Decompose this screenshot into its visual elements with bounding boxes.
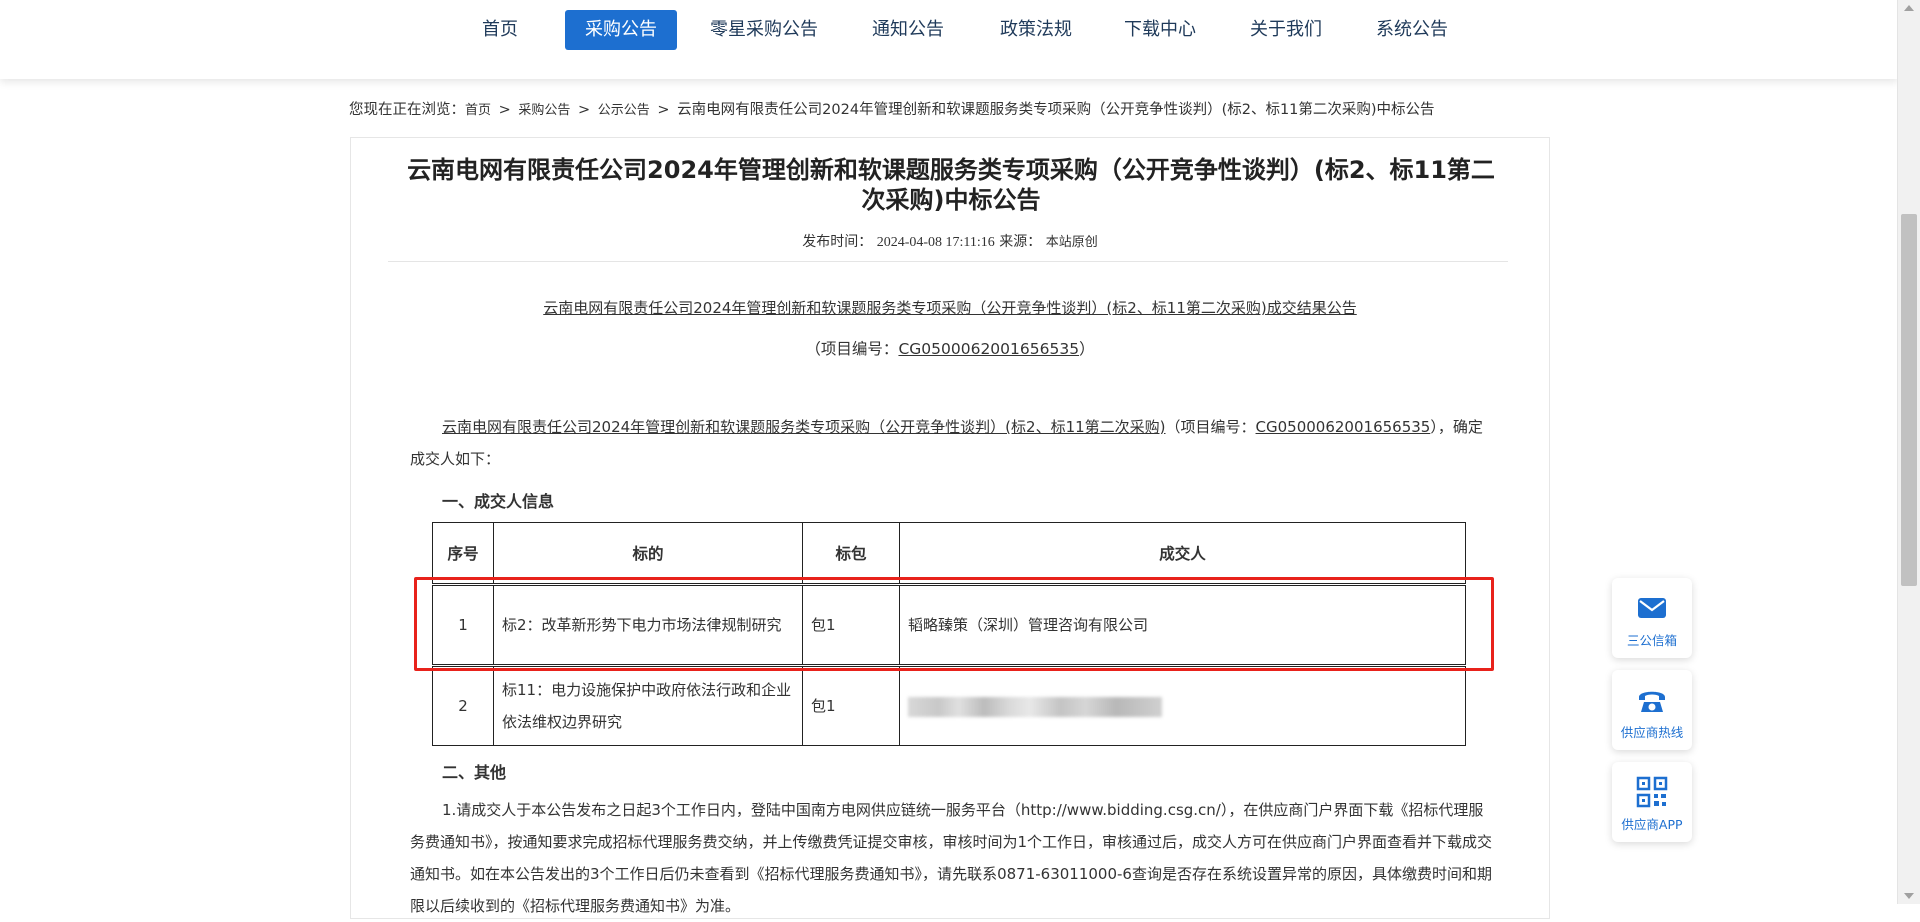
float-app-label: 供应商APP xyxy=(1621,817,1683,832)
col-header-no: 序号 xyxy=(432,522,494,585)
nav-item-downloads[interactable]: 下载中心 xyxy=(1112,10,1208,50)
scroll-thumb[interactable] xyxy=(1901,214,1917,586)
vertical-scrollbar[interactable] xyxy=(1897,0,1920,904)
publish-label: 发布时间： xyxy=(802,234,873,250)
project-number-suffix: ） xyxy=(1079,340,1095,358)
intro-paragraph: 云南电网有限责任公司2024年管理创新和软课题服务类专项采购（公开竞争性谈判）(… xyxy=(410,411,1495,475)
result-subheading-text: 云南电网有限责任公司2024年管理创新和软课题服务类专项采购（公开竞争性谈判）(… xyxy=(543,299,1357,317)
nav-item-procurement-notice[interactable]: 采购公告 xyxy=(565,10,677,50)
breadcrumb-prefix: 您现在正在浏览： xyxy=(349,102,465,118)
cell-package: 包1 xyxy=(802,665,900,746)
publish-time: 2024-04-08 17:11:16 xyxy=(876,235,995,250)
table-header-row: 序号 标的 标包 成交人 xyxy=(432,522,1466,585)
intro-project-label: （项目编号： xyxy=(1165,418,1256,436)
highlight-box xyxy=(414,577,1494,671)
scroll-up-arrow-icon[interactable] xyxy=(1904,5,1914,11)
breadcrumb: 您现在正在浏览：首页 > 采购公告 > 公示公告 > 云南电网有限责任公司202… xyxy=(349,98,1435,119)
breadcrumb-current: 云南电网有限责任公司2024年管理创新和软课题服务类专项采购（公开竞争性谈判）(… xyxy=(677,102,1435,118)
mail-icon xyxy=(1638,598,1666,618)
float-mailbox-button[interactable]: 三公信箱 xyxy=(1612,578,1692,658)
nav-item-home[interactable]: 首页 xyxy=(470,10,530,50)
float-hotline-label: 供应商热线 xyxy=(1620,725,1684,740)
page-title: 云南电网有限责任公司2024年管理创新和软课题服务类专项采购（公开竞争性谈判）(… xyxy=(407,156,1495,214)
intro-project-name: 云南电网有限责任公司2024年管理创新和软课题服务类专项采购（公开竞争性谈判）(… xyxy=(442,418,1166,436)
redacted-blur xyxy=(908,696,1162,717)
qrcode-icon xyxy=(1636,776,1668,808)
breadcrumb-separator: > xyxy=(578,102,591,118)
float-app-button[interactable]: 供应商APP xyxy=(1612,762,1692,842)
cell-winner-redacted xyxy=(899,665,1466,746)
result-subheading: 云南电网有限责任公司2024年管理创新和软课题服务类专项采购（公开竞争性谈判）(… xyxy=(350,297,1550,318)
nav-item-policies[interactable]: 政策法规 xyxy=(988,10,1084,50)
breadcrumb-procurement[interactable]: 采购公告 xyxy=(518,103,570,118)
main-nav: 首页 采购公告 零星采购公告 通知公告 政策法规 下载中心 关于我们 系统公告 xyxy=(0,0,1898,79)
breadcrumb-public-notice[interactable]: 公示公告 xyxy=(598,103,650,118)
project-number: CG0500062001656535 xyxy=(898,340,1080,358)
breadcrumb-home[interactable]: 首页 xyxy=(465,103,491,118)
float-mailbox-label: 三公信箱 xyxy=(1626,633,1677,648)
nav-item-system-notice[interactable]: 系统公告 xyxy=(1364,10,1460,50)
source-value: 本站原创 xyxy=(1045,235,1098,250)
float-hotline-button[interactable]: 供应商热线 xyxy=(1612,670,1692,750)
phone-icon xyxy=(1639,691,1665,712)
col-header-winner: 成交人 xyxy=(899,522,1466,585)
table-row: 2 标11：电力设施保护中政府依法行政和企业依法维权边界研究 包1 xyxy=(432,665,1466,746)
nav-item-notices[interactable]: 通知公告 xyxy=(860,10,956,50)
cell-no: 2 xyxy=(432,665,494,746)
breadcrumb-separator: > xyxy=(657,102,670,118)
scroll-down-arrow-icon[interactable] xyxy=(1904,893,1914,899)
section-other: 二、其他 xyxy=(442,763,507,782)
top-navigation-bar: 首页 采购公告 零星采购公告 通知公告 政策法规 下载中心 关于我们 系统公告 xyxy=(0,0,1898,79)
article-meta: 发布时间： 2024-04-08 17:11:16 来源： 本站原创 xyxy=(350,231,1550,251)
col-header-package: 标包 xyxy=(802,522,900,585)
section-winner-info: 一、成交人信息 xyxy=(442,492,555,511)
cell-subject: 标11：电力设施保护中政府依法行政和企业依法维权边界研究 xyxy=(493,665,803,746)
col-header-subject: 标的 xyxy=(493,522,803,585)
project-number-line: （项目编号：CG0500062001656535） xyxy=(350,337,1550,359)
other-paragraph-notice: 如在本公告发出的3个工作日后仍未查看到《招标代理服务费通知书》，请先联系0871… xyxy=(410,865,1492,915)
other-paragraph: 1.请成交人于本公告发布之日起3个工作日内，登陆中国南方电网供应链统一服务平台（… xyxy=(410,794,1495,922)
nav-item-about[interactable]: 关于我们 xyxy=(1238,10,1334,50)
source-label: 来源： xyxy=(999,234,1042,250)
project-number-prefix: （项目编号： xyxy=(805,340,899,358)
title-divider xyxy=(388,261,1508,262)
breadcrumb-separator: > xyxy=(498,102,511,118)
intro-project-number: CG0500062001656535 xyxy=(1255,418,1431,436)
nav-item-small-procurement[interactable]: 零星采购公告 xyxy=(702,10,826,50)
